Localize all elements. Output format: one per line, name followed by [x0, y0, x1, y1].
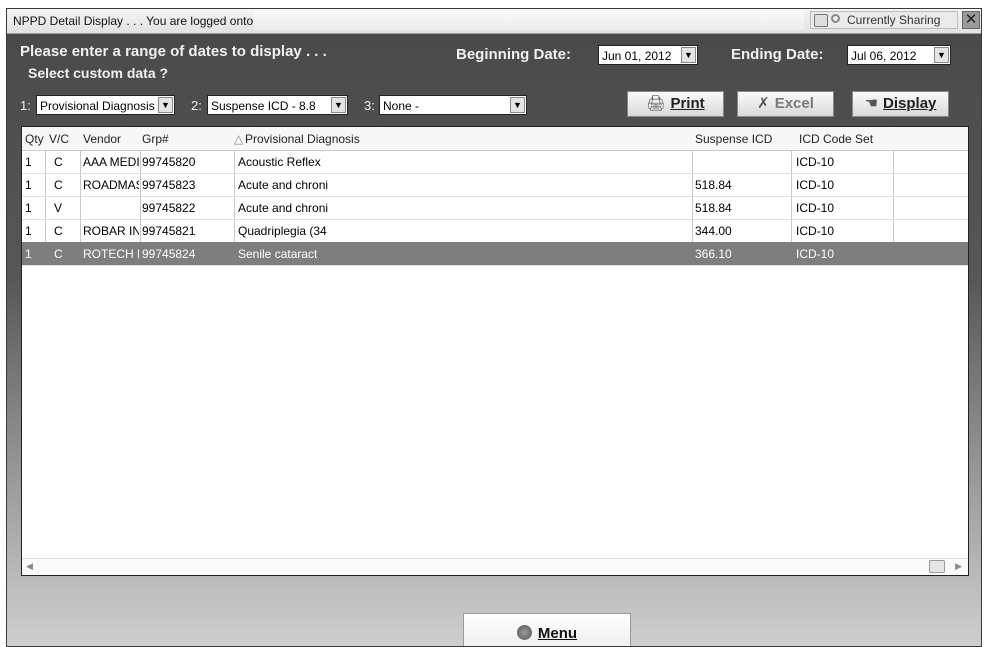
display-button[interactable]: ☚ Display	[852, 91, 949, 117]
cell-icd-code-set: ICD-10	[796, 178, 835, 192]
sort-ascending-icon: △	[234, 132, 244, 146]
scroll-right-icon[interactable]: ▶	[955, 561, 962, 572]
display-label: Display	[883, 95, 937, 112]
cell-icd-code-set: ICD-10	[796, 155, 835, 169]
cell-grp: 99745820	[142, 155, 196, 169]
chevron-down-icon[interactable]: ▼	[934, 47, 949, 63]
cell-vc: C	[54, 247, 63, 261]
cell-grp: 99745823	[142, 178, 196, 192]
column-header-vendor[interactable]: Vendor	[83, 132, 121, 146]
cell-qty: 1	[25, 224, 32, 238]
slot2-label: 2:	[191, 98, 202, 113]
hand-icon: ☚	[864, 95, 879, 112]
print-button[interactable]: 🖨 Print	[627, 91, 724, 117]
column-header-suspense-icd[interactable]: Suspense ICD	[695, 132, 772, 146]
cell-vc: V	[54, 201, 63, 215]
date-range-prompt: Please enter a range of dates to display…	[20, 43, 327, 60]
custom-data-select-2[interactable]: Suspense ICD - 8.8 ▼	[207, 95, 348, 115]
sharing-label: Currently Sharing	[847, 13, 941, 27]
custom-data-select-3[interactable]: None - ▼	[379, 95, 527, 115]
print-label: Print	[670, 95, 705, 112]
chevron-down-icon[interactable]: ▼	[681, 47, 696, 63]
cell-diagnosis: Acoustic Reflex	[238, 155, 321, 169]
column-header-icd-code-set[interactable]: ICD Code Set	[799, 132, 873, 146]
slot3-label: 3:	[364, 98, 375, 113]
menu-label: Menu	[537, 625, 578, 642]
column-header-provisional-diagnosis[interactable]: Provisional Diagnosis	[245, 132, 360, 146]
beginning-date-picker[interactable]: Jun 01, 2012 ▼	[598, 45, 698, 65]
table-header: Qty V/C Vendor Grp# △ Provisional Diagno…	[22, 127, 968, 151]
chevron-down-icon[interactable]: ▼	[158, 97, 173, 113]
cell-vc: C	[54, 224, 63, 238]
cell-grp: 99745821	[142, 224, 196, 238]
column-header-qty[interactable]: Qty	[25, 132, 44, 146]
printer-icon: 🖨	[646, 95, 666, 112]
cell-icd-code-set: ICD-10	[796, 247, 835, 261]
cell-vendor: ROADMAS	[83, 178, 139, 192]
table-row[interactable]: 1 C AAA MEDI 99745820 Acoustic Reflex IC…	[22, 150, 968, 174]
table-row[interactable]: 1 C ROADMAS 99745823 Acute and chroni 51…	[22, 173, 968, 197]
table-row[interactable]: 1 V 99745822 Acute and chroni 518.84 ICD…	[22, 196, 968, 220]
cell-icd-code-set: ICD-10	[796, 201, 835, 215]
cell-suspense-icd: 518.84	[695, 201, 732, 215]
title-bar-field	[254, 11, 804, 30]
ending-date-picker[interactable]: Jul 06, 2012 ▼	[847, 45, 951, 65]
globe-icon	[516, 625, 532, 640]
excel-icon: ✗	[757, 95, 770, 112]
window-title: NPPD Detail Display . . . You are logged…	[13, 14, 254, 28]
cell-suspense-icd: 518.84	[695, 178, 732, 192]
title-bar: NPPD Detail Display . . . You are logged…	[7, 9, 981, 34]
cell-icd-code-set: ICD-10	[796, 224, 835, 238]
custom-data-select-3-value: None -	[383, 99, 420, 113]
horizontal-scrollbar[interactable]: ◀ ▶	[22, 558, 968, 575]
cell-vendor: ROTECH H	[83, 247, 139, 261]
cell-qty: 1	[25, 201, 32, 215]
excel-button[interactable]: ✗ Excel	[737, 91, 834, 117]
cell-suspense-icd: 366.10	[695, 247, 732, 261]
cell-diagnosis: Acute and chroni	[238, 201, 329, 215]
sharing-status-icon	[831, 14, 840, 23]
cell-qty: 1	[25, 178, 32, 192]
column-header-grp[interactable]: Grp#	[142, 132, 169, 146]
cell-diagnosis: Senile cataract	[238, 247, 318, 261]
scroll-left-icon[interactable]: ◀	[26, 561, 33, 572]
close-button[interactable]: ✕	[962, 11, 980, 29]
cell-suspense-icd: 344.00	[695, 224, 732, 238]
table-row-selected[interactable]: 1 C ROTECH H 99745824 Senile cataract 36…	[22, 242, 968, 266]
cell-vc: C	[54, 155, 63, 169]
custom-data-label: Select custom data ?	[28, 65, 169, 81]
app-window: NPPD Detail Display . . . You are logged…	[6, 8, 982, 647]
beginning-date-label: Beginning Date:	[456, 46, 571, 63]
menu-button[interactable]: Menu	[463, 613, 631, 646]
cell-grp: 99745824	[142, 247, 196, 261]
table-row[interactable]: 1 C ROBAR IN 99745821 Quadriplegia (34 3…	[22, 219, 968, 243]
monitor-icon	[814, 14, 828, 27]
custom-data-select-1[interactable]: Provisional Diagnosis ▼	[36, 95, 175, 115]
ending-date-label: Ending Date:	[731, 46, 824, 63]
cell-qty: 1	[25, 155, 32, 169]
close-icon: ✕	[964, 11, 978, 28]
chevron-down-icon[interactable]: ▼	[510, 97, 525, 113]
cell-qty: 1	[25, 247, 32, 261]
beginning-date-value: Jun 01, 2012	[602, 49, 672, 63]
column-header-vc[interactable]: V/C	[49, 132, 69, 146]
cell-grp: 99745822	[142, 201, 196, 215]
sharing-indicator[interactable]: Currently Sharing	[810, 11, 958, 29]
cell-diagnosis: Acute and chroni	[238, 178, 329, 192]
main-panel: Please enter a range of dates to display…	[7, 34, 981, 646]
ending-date-value: Jul 06, 2012	[851, 49, 917, 63]
results-table[interactable]: Qty V/C Vendor Grp# △ Provisional Diagno…	[21, 126, 969, 576]
chevron-down-icon[interactable]: ▼	[331, 97, 346, 113]
custom-data-select-1-value: Provisional Diagnosis	[40, 99, 155, 113]
slot1-label: 1:	[20, 98, 31, 113]
scroll-thumb[interactable]	[929, 560, 945, 573]
custom-data-select-2-value: Suspense ICD - 8.8	[211, 99, 316, 113]
cell-diagnosis: Quadriplegia (34	[238, 224, 327, 238]
excel-label: Excel	[774, 95, 814, 112]
cell-vc: C	[54, 178, 63, 192]
cell-vendor: ROBAR IN	[83, 224, 139, 238]
cell-vendor: AAA MEDI	[83, 155, 139, 169]
